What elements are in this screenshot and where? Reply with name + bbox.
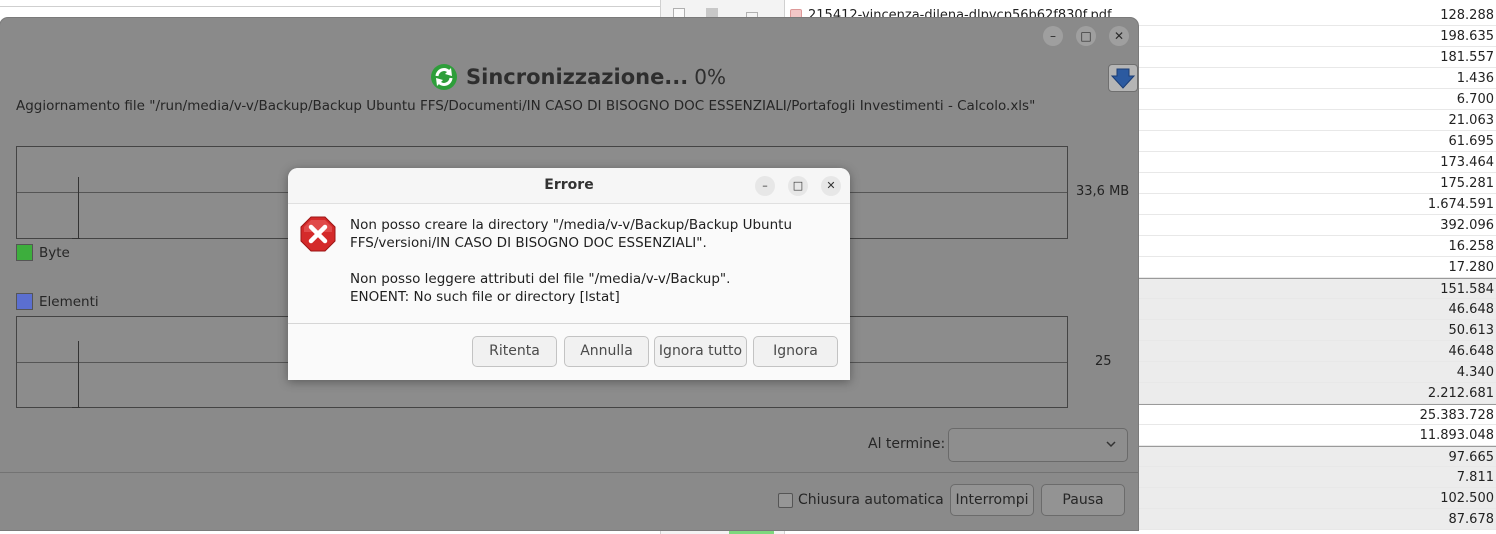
items-legend: Elementi (16, 293, 99, 310)
on-completion-select[interactable] (948, 428, 1128, 462)
bytes-legend-label: Byte (39, 244, 70, 261)
auto-close-label: Chiusura automatica (798, 492, 944, 508)
file-size: 16.258 (1448, 239, 1495, 254)
file-size: 46.648 (1448, 302, 1495, 317)
error-message-line2: Non posso leggere attributi del file "/m… (350, 271, 731, 287)
file-size: 175.281 (1440, 176, 1494, 191)
file-size: 87.678 (1448, 512, 1495, 527)
error-message: Non posso creare la directory "/media/v-… (350, 216, 830, 306)
bytes-legend: Byte (16, 244, 70, 261)
error-message-line3: ENOENT: No such file or directory [lstat… (350, 289, 620, 305)
file-size: 102.500 (1440, 491, 1494, 506)
file-size: 392.096 (1440, 218, 1494, 233)
dialog-maximize-button[interactable]: □ (788, 176, 808, 196)
left-panel-header (0, 0, 660, 7)
chevron-down-icon (1106, 441, 1116, 448)
file-size: 1.436 (1456, 71, 1494, 86)
save-log-button[interactable] (1108, 64, 1138, 92)
file-size: 61.695 (1448, 134, 1495, 149)
file-size: 46.648 (1448, 344, 1495, 359)
file-size: 198.635 (1440, 29, 1494, 44)
auto-close-checkbox[interactable] (778, 492, 793, 508)
file-size: 1.674.591 (1427, 197, 1494, 212)
bytes-total: 33,6 MB (1076, 184, 1130, 199)
graph-baseline (72, 407, 80, 408)
cancel-button[interactable]: Annulla (564, 336, 649, 367)
items-legend-swatch (16, 293, 33, 310)
ignore-all-button[interactable]: Ignora tutto (654, 336, 747, 367)
error-dialog: Errore – □ ✕ Non posso creare la directo… (288, 168, 850, 380)
items-total: 25 (1095, 354, 1112, 369)
sync-status-text: Aggiornamento file "/run/media/v-v/Backu… (16, 98, 1036, 114)
file-size: 25.383.728 (1419, 408, 1494, 423)
file-size: 97.665 (1448, 450, 1495, 465)
items-legend-label: Elementi (39, 293, 99, 310)
file-size: 50.613 (1448, 323, 1495, 338)
graph-bytes-line (78, 177, 79, 239)
file-size: 151.584 (1440, 282, 1494, 297)
file-size: 17.280 (1448, 260, 1495, 275)
bytes-legend-swatch (16, 244, 33, 261)
sync-refresh-icon (431, 64, 457, 90)
retry-button[interactable]: Ritenta (472, 336, 557, 367)
error-icon (300, 216, 336, 252)
file-size: 11.893.048 (1419, 428, 1494, 443)
sync-percent: 0% (694, 65, 726, 89)
dialog-minimize-button[interactable]: – (755, 176, 775, 196)
file-size: 181.557 (1440, 50, 1494, 65)
error-message-line1: Non posso creare la directory "/media/v-… (350, 217, 793, 251)
close-button[interactable]: ✕ (1109, 26, 1129, 46)
file-size: 128.288 (1440, 8, 1494, 23)
minimize-button[interactable]: – (1043, 26, 1063, 46)
file-size: 4.340 (1456, 365, 1494, 380)
graph-baseline (72, 238, 80, 239)
sync-header: Sincronizzazione... 0% (430, 62, 726, 92)
download-arrow-icon (1110, 68, 1136, 89)
pause-button[interactable]: Pausa (1041, 484, 1125, 516)
auto-close-option[interactable]: Chiusura automatica (778, 492, 944, 508)
dialog-titlebar: Errore – □ ✕ (288, 168, 850, 204)
file-size: 2.212.681 (1427, 386, 1494, 401)
file-size: 173.464 (1440, 155, 1494, 170)
maximize-button[interactable]: □ (1076, 26, 1096, 46)
dialog-divider (288, 323, 850, 324)
file-size: 7.811 (1456, 470, 1494, 485)
dialog-close-button[interactable]: ✕ (821, 176, 841, 196)
footer-divider (0, 472, 1138, 473)
file-size: 21.063 (1448, 113, 1495, 128)
on-completion-label: Al termine: (868, 436, 946, 452)
sync-title: Sincronizzazione... (466, 65, 689, 89)
graph-items-line (78, 341, 79, 408)
ignore-button[interactable]: Ignora (753, 336, 838, 367)
stop-button[interactable]: Interrompi (950, 484, 1034, 516)
file-size: 6.700 (1456, 92, 1494, 107)
